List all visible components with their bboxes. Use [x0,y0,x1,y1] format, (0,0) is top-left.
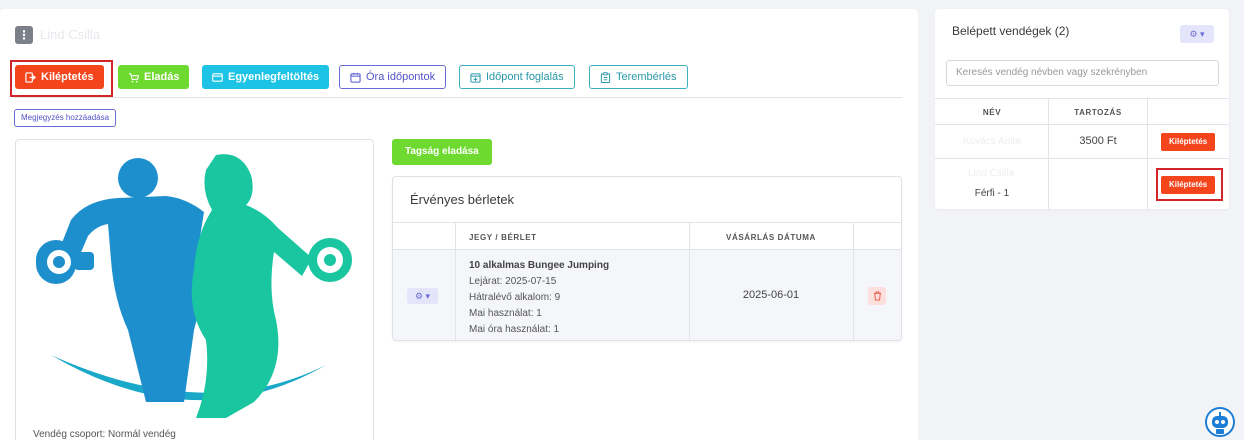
kebab-menu-icon[interactable]: ⋮ [15,26,33,44]
checked-in-title: Belépett vendégek (2) [952,24,1070,38]
passes-table-header: JEGY / BÉRLET VÁSÁRLÁS DÁTUMA [393,222,901,250]
room-rental-button[interactable]: Terembérlés [589,65,688,89]
pass-name: 10 alkalmas Bungee Jumping [469,260,610,271]
guest-name: Lind Csilla [40,27,100,42]
side-gear-dropdown[interactable]: ⚙ ▾ [1180,25,1214,43]
robot-icon[interactable] [1205,407,1235,437]
booking-label: Időpont foglalás [486,71,564,83]
guest-row-name[interactable]: Kovács Anita [963,136,1021,147]
sale-label: Eladás [144,71,180,83]
column-header-pass: JEGY / BÉRLET [469,233,537,242]
fitness-figures-image [36,154,352,418]
column-divider [1147,98,1148,209]
guest-group-label: Vendég csoport: Normál vendég [33,429,176,440]
column-header-name: NÉV [982,108,1002,117]
class-times-label: Óra időpontok [366,71,436,83]
column-divider [455,222,456,340]
topup-button[interactable]: Egyenlegfeltöltés [202,65,330,89]
guest-photo: Vendég csoport: Normál vendég [15,139,374,440]
guests-table-header: NÉV TARTOZÁS [935,98,1229,125]
room-rental-label: Terembérlés [616,71,677,83]
calendar-icon [350,72,361,83]
gear-dropdown-button[interactable]: ⚙ ▾ [407,288,438,304]
topup-label: Egyenlegfeltöltés [228,71,320,83]
guest-row-name[interactable]: Lind Csilla [968,168,1014,179]
guest-search-input[interactable]: Keresés vendég névben vagy szekrényben [946,60,1219,86]
delete-pass-button[interactable] [868,287,886,305]
pass-today-usage: Mai használat: 1 [469,308,542,319]
valid-passes-card: Érvényes bérletek JEGY / BÉRLET VÁSÁRLÁS… [392,176,902,341]
column-divider [689,222,690,340]
column-divider [853,222,854,340]
pass-details: 10 alkalmas Bungee Jumping Lejárat: 2025… [469,258,609,338]
pass-expiry: Lejárat: 2025-07-15 [469,276,557,287]
booking-button[interactable]: Időpont foglalás [459,65,575,89]
credit-card-icon [212,72,223,82]
calendar-plus-icon [470,72,481,83]
column-header-purchase-date: VÁSÁRLÁS DÁTUMA [726,233,816,242]
assistant-avatar [1212,412,1228,434]
sale-button[interactable]: Eladás [118,65,190,89]
toolbar-divider [14,97,902,98]
gear-icon: ⚙ [1189,29,1198,39]
column-header-debt: TARTOZÁS [1074,108,1122,117]
add-note-button[interactable]: Megjegyzés hozzáadása [14,109,117,127]
highlight-box [1156,168,1223,201]
trash-icon [873,291,881,301]
pass-today-class-usage: Mai óra használat: 1 [469,324,560,335]
gear-icon: ⚙ [414,291,424,301]
pass-purchase-date: 2025-06-01 [742,289,800,301]
guest-row-locker: Férfi - 1 [974,188,1010,199]
cart-icon [128,72,139,82]
class-times-button[interactable]: Óra időpontok [339,65,447,89]
clipboard-icon [600,71,611,83]
pass-remaining: Hátralévő alkalom: 9 [469,292,561,303]
row-divider [935,158,1229,159]
checked-in-guests-card: Belépett vendégek (2) ⚙ ▾ Keresés vendég… [935,9,1229,209]
highlight-box [10,60,113,97]
guest-row-debt: 3500 Ft [1079,135,1117,147]
table-row: ⚙ ▾ 10 alkalmas Bungee Jumping Lejárat: … [393,250,901,340]
row-checkout-button[interactable]: Kiléptetés [1161,133,1216,151]
membership-sale-button[interactable]: Tagság eladása [392,139,492,165]
valid-passes-title: Érvényes bérletek [410,192,515,207]
